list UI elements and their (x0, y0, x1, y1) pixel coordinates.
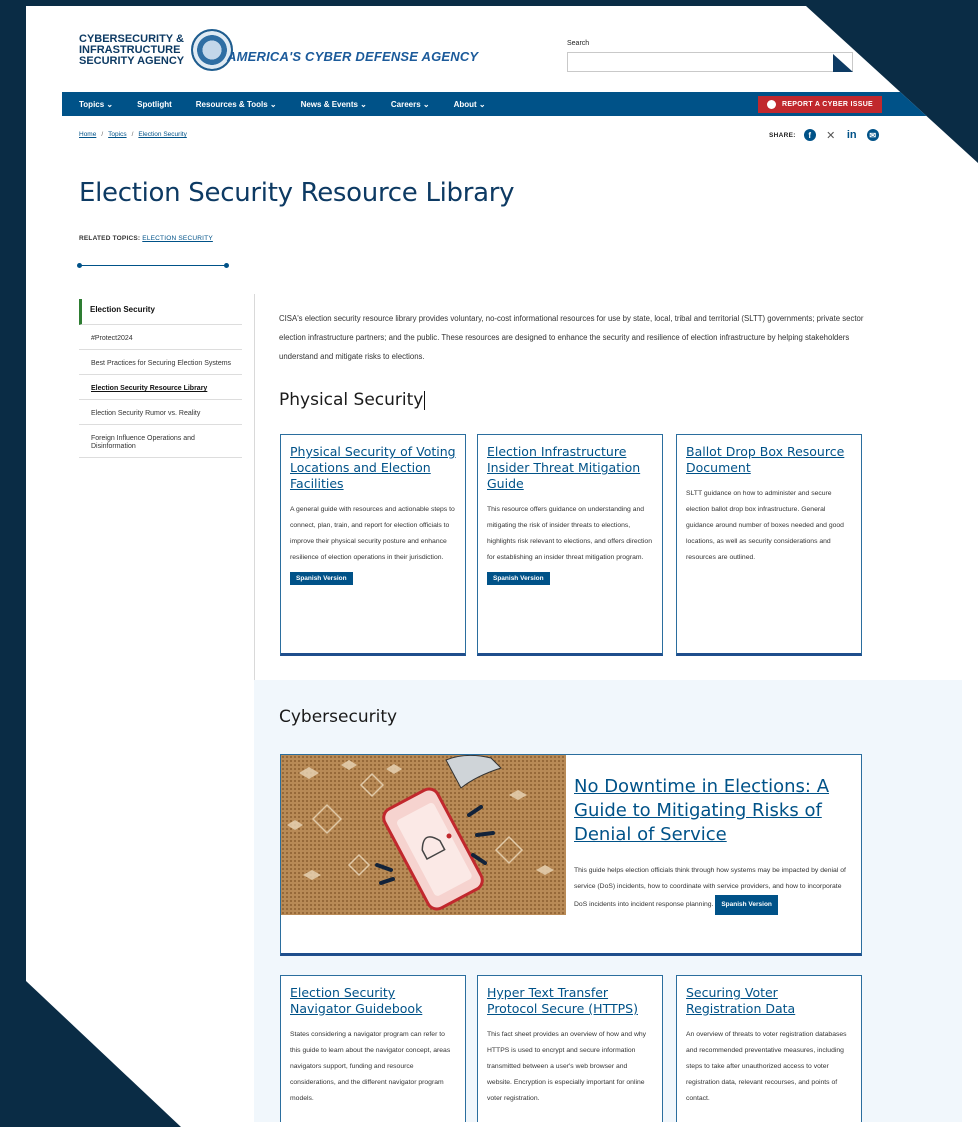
resource-card: Election Infrastructure Insider Threat M… (477, 434, 663, 656)
intro-text: CISA's election security resource librar… (279, 314, 864, 361)
nav-resources-tools[interactable]: Resources & Tools ⌄ (196, 100, 277, 109)
sidebar-item-best-practices[interactable]: Best Practices for Securing Election Sys… (79, 350, 242, 375)
breadcrumb: Home / Topics / Election Security (79, 131, 187, 138)
spanish-version-button[interactable]: Spanish Version (487, 572, 550, 585)
featured-title-link[interactable]: No Downtime in Elections: A Guide to Mit… (574, 775, 849, 847)
agency-tagline: AMERICA'S CYBER DEFENSE AGENCY (227, 49, 479, 64)
resource-card: Ballot Drop Box Resource Document SLTT g… (676, 434, 862, 656)
card-title-link[interactable]: Physical Security of Voting Locations an… (290, 444, 456, 492)
page: CYBERSECURITY & INFRASTRUCTURE SECURITY … (62, 12, 962, 1122)
breadcrumb-topics[interactable]: Topics (108, 131, 126, 138)
facebook-icon[interactable]: f (803, 129, 816, 141)
card-title-link[interactable]: Election Security Navigator Guidebook (290, 985, 456, 1017)
featured-description: This guide helps election officials thin… (574, 863, 854, 915)
resource-card: Physical Security of Voting Locations an… (280, 434, 466, 656)
page-title: Election Security Resource Library (79, 178, 515, 208)
breadcrumb-separator: / (131, 131, 134, 138)
resource-card: Hyper Text Transfer Protocol Secure (HTT… (477, 975, 663, 1122)
card-description: SLTT guidance on how to administer and s… (686, 490, 844, 561)
search-corner-icon (833, 54, 853, 72)
breadcrumb-separator: / (101, 131, 104, 138)
cybersecurity-heading: Cybersecurity (279, 707, 398, 727)
card-title-link[interactable]: Ballot Drop Box Resource Document (686, 444, 852, 476)
share-label: SHARE: (769, 131, 796, 139)
related-topic-link[interactable]: ELECTION SECURITY (142, 235, 213, 242)
nav-news-events[interactable]: News & Events ⌄ (301, 100, 367, 109)
sidebar-nav: Election Security #Protect2024 Best Prac… (79, 299, 242, 458)
decorative-divider (77, 263, 229, 268)
browser-screenshot-frame: CYBERSECURITY & INFRASTRUCTURE SECURITY … (26, 6, 978, 1127)
report-cyber-issue-button[interactable]: REPORT A CYBER ISSUE (758, 96, 882, 113)
cisa-logo[interactable]: CYBERSECURITY & INFRASTRUCTURE SECURITY … (79, 29, 233, 71)
physical-security-heading: Physical Security (279, 390, 426, 410)
search-label: Search (567, 40, 590, 47)
card-title-link[interactable]: Securing Voter Registration Data (686, 985, 852, 1017)
alert-icon (766, 100, 776, 109)
nav-topics[interactable]: Topics ⌄ (79, 100, 113, 109)
sidebar-heading[interactable]: Election Security (79, 299, 242, 325)
nav-careers[interactable]: Careers ⌄ (391, 100, 430, 109)
breadcrumb-election-security[interactable]: Election Security (138, 131, 186, 138)
nav-spotlight[interactable]: Spotlight (137, 100, 172, 109)
sidebar-item-rumor-vs-reality[interactable]: Election Security Rumor vs. Reality (79, 400, 242, 425)
linkedin-icon[interactable]: in (846, 129, 858, 141)
related-topics-label: RELATED TOPICS: (79, 235, 141, 242)
sidebar-item-resource-library[interactable]: Election Security Resource Library (79, 375, 242, 400)
spanish-version-button[interactable]: Spanish Version (290, 572, 353, 585)
featured-resource-card: No Downtime in Elections: A Guide to Mit… (280, 754, 862, 956)
search-input[interactable] (567, 52, 853, 72)
share-bar: SHARE: f ✕ in ✉ (769, 129, 888, 142)
phone-hand-illustration (287, 755, 554, 911)
x-icon[interactable]: ✕ (825, 129, 837, 142)
nav-about[interactable]: About ⌄ (454, 100, 486, 109)
featured-description-text: This guide helps election officials thin… (574, 867, 846, 908)
spanish-version-button[interactable]: Spanish Version (715, 895, 778, 915)
text-cursor (424, 390, 426, 410)
breadcrumb-home[interactable]: Home (79, 131, 96, 138)
card-description: States considering a navigator program c… (290, 1031, 451, 1102)
card-title-link[interactable]: Hyper Text Transfer Protocol Secure (HTT… (487, 985, 653, 1017)
sidebar-item-protect2024[interactable]: #Protect2024 (79, 325, 242, 350)
related-topics: RELATED TOPICS: ELECTION SECURITY (79, 235, 213, 242)
report-label: REPORT A CYBER ISSUE (781, 101, 874, 108)
physical-security-heading-text: Physical Security (279, 390, 424, 410)
card-title-link[interactable]: Election Infrastructure Insider Threat M… (487, 444, 653, 492)
card-description: An overview of threats to voter registra… (686, 1031, 847, 1102)
card-description: A general guide with resources and actio… (290, 506, 455, 561)
agency-name: CYBERSECURITY & INFRASTRUCTURE SECURITY … (79, 32, 185, 67)
resource-card: Securing Voter Registration Data An over… (676, 975, 862, 1122)
sidebar-item-foreign-influence[interactable]: Foreign Influence Operations and Disinfo… (79, 425, 242, 458)
card-description: This fact sheet provides an overview of … (487, 1031, 647, 1102)
email-icon[interactable]: ✉ (866, 129, 879, 141)
resource-card: Election Security Navigator Guidebook St… (280, 975, 466, 1122)
dos-illustration-image (281, 755, 566, 915)
search-button[interactable] (829, 52, 853, 72)
card-description: This resource offers guidance on underst… (487, 506, 652, 561)
